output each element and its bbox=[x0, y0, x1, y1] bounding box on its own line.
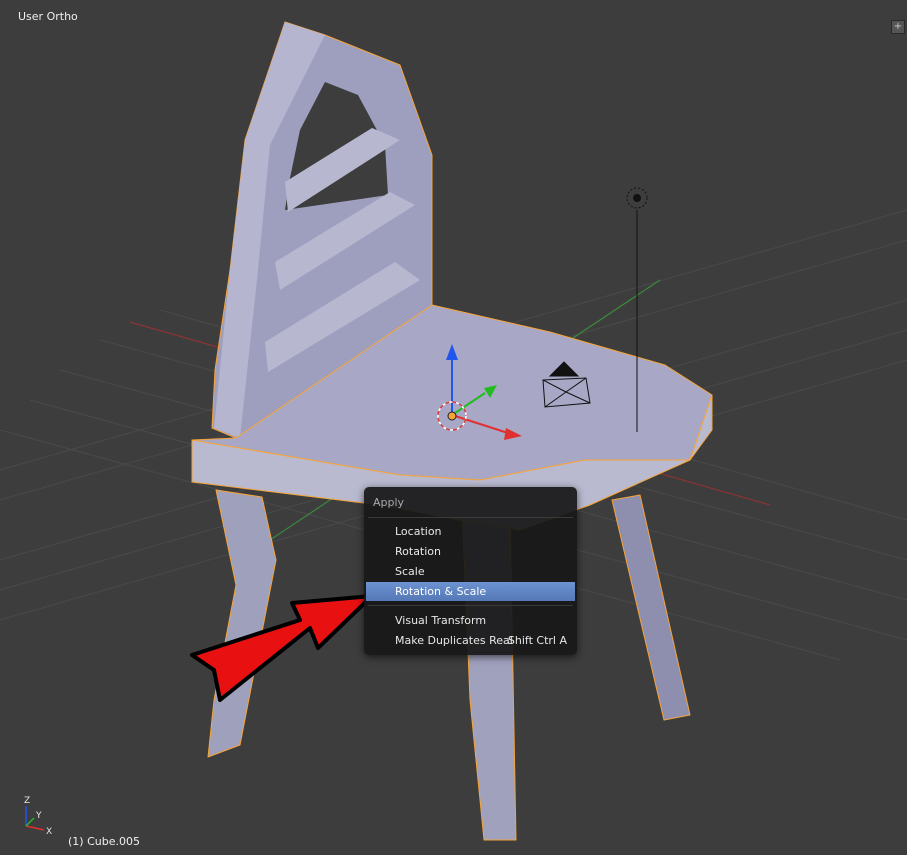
menu-item-location[interactable]: Location bbox=[366, 522, 575, 541]
menu-item-label: Scale bbox=[395, 565, 425, 578]
menu-item-visual-transform[interactable]: Visual Transform bbox=[366, 611, 575, 630]
apply-menu: Apply Location Rotation Scale Rotation &… bbox=[364, 487, 577, 655]
3d-viewport[interactable]: Z X Y bbox=[0, 0, 907, 855]
menu-item-label: Make Duplicates Real bbox=[395, 634, 513, 647]
menu-item-label: Location bbox=[395, 525, 442, 538]
menu-item-label: Rotation bbox=[395, 545, 442, 558]
menu-separator bbox=[368, 605, 573, 606]
axis-gizmo: Z X Y bbox=[24, 796, 52, 837]
axis-x-label: X bbox=[46, 827, 52, 837]
menu-item-rotation[interactable]: Rotation bbox=[366, 542, 575, 561]
lamp-inner-dot bbox=[633, 194, 641, 202]
view-mode-label: User Ortho bbox=[18, 10, 78, 23]
chair-leg-back-right bbox=[611, 494, 691, 721]
menu-separator bbox=[368, 517, 573, 518]
active-object-label: (1) Cube.005 bbox=[68, 835, 140, 848]
menu-item-label: Rotation & Scale bbox=[395, 585, 487, 598]
axis-z-label: Z bbox=[24, 796, 30, 806]
chair-leg-front-left bbox=[207, 489, 277, 758]
plus-icon[interactable]: + bbox=[891, 20, 905, 34]
red-annotation-arrow bbox=[190, 594, 374, 702]
axis-y-label: Y bbox=[35, 811, 42, 821]
menu-item-label: Visual Transform bbox=[395, 614, 487, 627]
menu-item-scale[interactable]: Scale bbox=[366, 562, 575, 581]
menu-item-shortcut: Shift Ctrl A bbox=[507, 634, 567, 647]
menu-item-rotation-scale[interactable]: Rotation & Scale bbox=[366, 582, 575, 601]
menu-title: Apply bbox=[373, 496, 405, 509]
chair-mesh[interactable] bbox=[191, 21, 713, 841]
menu-item-make-duplicates-real[interactable]: Make Duplicates Real Shift Ctrl A bbox=[366, 631, 575, 650]
